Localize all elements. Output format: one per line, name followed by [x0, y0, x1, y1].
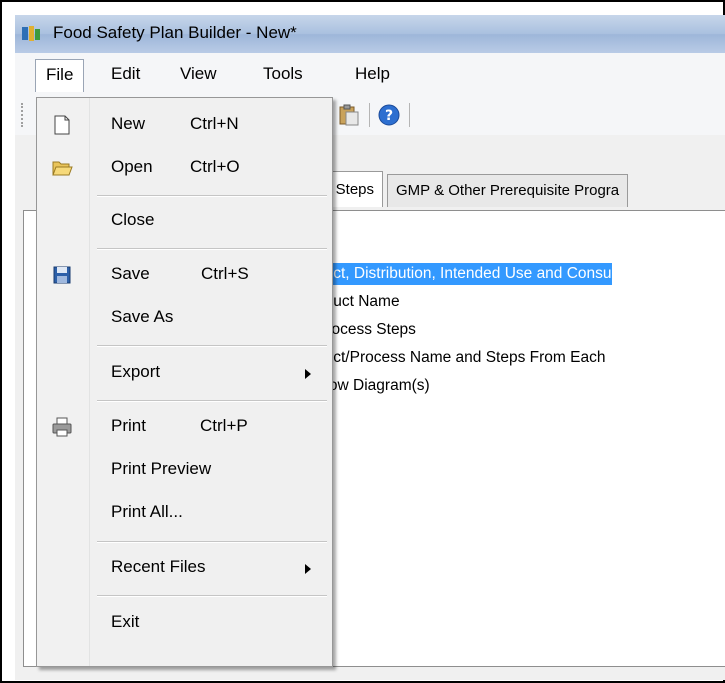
menu-edit[interactable]: Edit: [101, 61, 150, 87]
menu-item-recent-files[interactable]: Recent Files: [37, 551, 332, 587]
menu-separator: [97, 400, 327, 402]
menu-item-save[interactable]: Save Ctrl+S: [37, 258, 332, 294]
menu-item-label: Export: [111, 362, 161, 381]
menu-item-print[interactable]: Print Ctrl+P: [37, 410, 332, 446]
menu-item-export[interactable]: Export: [37, 356, 332, 392]
submenu-arrow-icon: [305, 369, 311, 379]
svg-text:?: ?: [385, 108, 393, 124]
submenu-arrow-icon: [305, 564, 311, 574]
title-bar[interactable]: Food Safety Plan Builder - New*: [15, 15, 725, 54]
menu-separator: [97, 248, 327, 250]
app-icon: [22, 26, 40, 41]
menu-item-label: Print: [111, 416, 146, 435]
menu-separator: [97, 595, 327, 597]
menu-item-shortcut: Ctrl+S: [201, 264, 249, 283]
paste-icon[interactable]: [337, 103, 361, 127]
tree-item[interactable]: Flow Diagram(s): [316, 375, 430, 397]
tab-gmp-prerequisite[interactable]: GMP & Other Prerequisite Progra: [387, 174, 629, 207]
menu-item-label: New: [111, 114, 146, 133]
menu-bar: File Edit View Tools Help: [15, 53, 725, 95]
tree-item[interactable]: duct/Process Name and Steps From Each: [316, 347, 605, 369]
new-document-icon: [54, 115, 70, 135]
floppy-disk-icon: [53, 266, 71, 284]
help-icon[interactable]: ?: [377, 103, 401, 127]
printer-icon: [52, 417, 72, 437]
menu-separator: [97, 541, 327, 543]
menu-item-print-preview[interactable]: Print Preview: [37, 453, 332, 489]
menu-item-label: Print Preview: [111, 459, 212, 478]
menu-item-label: Close: [111, 210, 155, 229]
menu-item-save-as[interactable]: Save As: [37, 301, 332, 337]
menu-item-label: Exit: [111, 612, 140, 631]
menu-item-close[interactable]: Close: [37, 204, 332, 240]
menu-item-shortcut: Ctrl+O: [190, 157, 240, 176]
menu-help[interactable]: Help: [345, 61, 400, 87]
window-title: Food Safety Plan Builder - New*: [53, 23, 297, 42]
toolbar-grip[interactable]: [21, 103, 27, 127]
menu-item-exit[interactable]: Exit: [37, 606, 332, 642]
menu-item-open[interactable]: Open Ctrl+O: [37, 151, 332, 187]
menu-item-shortcut: Ctrl+P: [200, 416, 248, 435]
menu-item-label: Open: [111, 157, 153, 176]
menu-item-print-all[interactable]: Print All...: [37, 496, 332, 532]
toolbar-separator: [369, 103, 370, 127]
menu-item-label: Print All...: [111, 502, 183, 521]
open-folder-icon: [52, 161, 73, 176]
menu-item-shortcut: Ctrl+N: [190, 114, 239, 133]
menu-item-label: Recent Files: [111, 557, 206, 576]
tree-item[interactable]: duct, Distribution, Intended Use and Con…: [316, 263, 612, 285]
file-menu-dropdown: New Ctrl+N Open Ctrl+O Close Save Ctrl+S…: [36, 97, 333, 667]
toolbar-separator: [409, 103, 410, 127]
menu-item-new[interactable]: New Ctrl+N: [37, 108, 332, 144]
menu-view[interactable]: View: [170, 61, 227, 87]
menu-separator: [97, 345, 327, 347]
menu-file[interactable]: File: [35, 59, 85, 92]
menu-tools[interactable]: Tools: [253, 61, 313, 87]
menu-separator: [97, 195, 327, 197]
menu-item-label: Save: [111, 264, 150, 283]
menu-item-label: Save As: [111, 307, 174, 326]
